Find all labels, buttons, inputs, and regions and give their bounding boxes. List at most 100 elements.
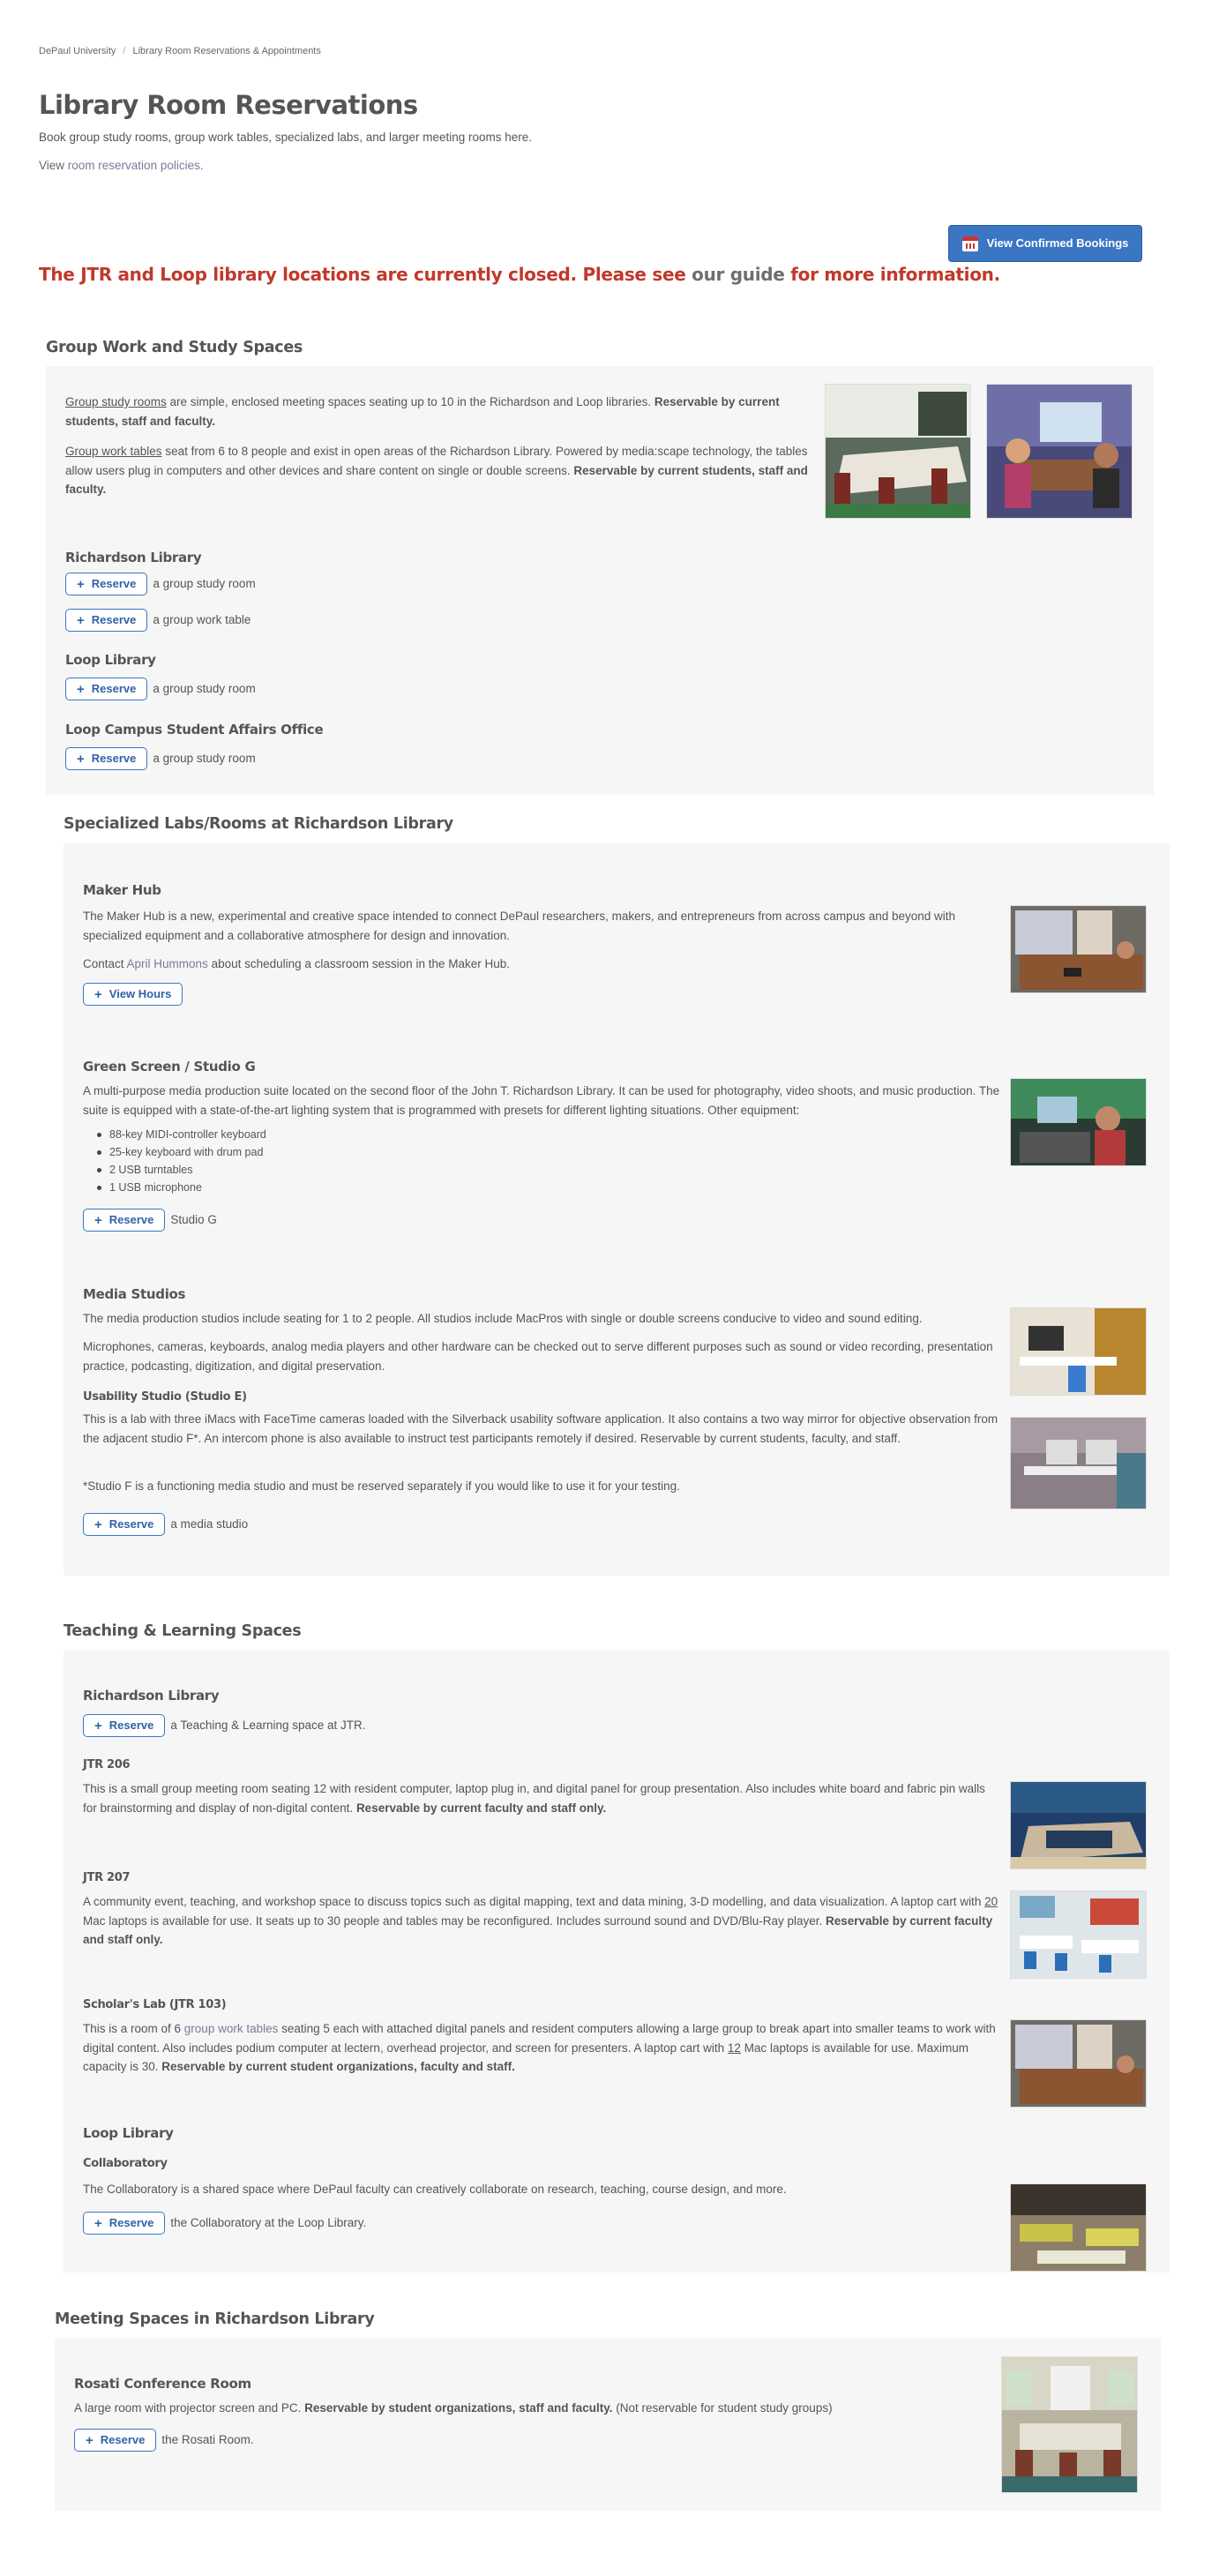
- jtr207-text-1: A community event, teaching, and worksho…: [83, 1895, 985, 1908]
- reserve-study-room-button[interactable]: + Reserve: [65, 573, 148, 595]
- media-studios-heading: Media Studios: [83, 1286, 186, 1302]
- scholar-laptop-count: 12: [727, 2041, 741, 2055]
- reserve-rosati-button[interactable]: + Reserve: [74, 2429, 157, 2452]
- view-confirmed-bookings-label: View Confirmed Bookings: [986, 236, 1129, 251]
- plus-icon: +: [77, 576, 85, 592]
- scholars-lab-desc: This is a room of 6 group work tables se…: [83, 2019, 1000, 2077]
- reserve-work-table-button[interactable]: + Reserve: [65, 609, 148, 632]
- section-title-group: Group Work and Study Spaces: [46, 339, 303, 356]
- teaching-richardson-heading: Richardson Library: [83, 1688, 220, 1704]
- maker-hub-heading: Maker Hub: [83, 882, 161, 898]
- plus-icon: +: [77, 751, 85, 767]
- breadcrumb-separator: /: [123, 46, 126, 56]
- jtr206-bold: Reservable by current faculty and staff …: [355, 1801, 607, 1815]
- media-studios-desc-2: Microphones, cameras, keyboards, analog …: [83, 1340, 993, 1373]
- collaboratory-heading: Collaboratory: [83, 2157, 168, 2170]
- reserve-media-studio-button[interactable]: + Reserve: [83, 1513, 166, 1536]
- reserve-desc: a Teaching & Learning space at JTR.: [170, 1718, 366, 1732]
- section-title-teaching: Teaching & Learning Spaces: [64, 1622, 302, 1640]
- reserve-loop-campus-button[interactable]: + Reserve: [65, 747, 148, 770]
- reserve-label: Reserve: [91, 682, 137, 696]
- plus-icon: +: [77, 681, 85, 697]
- rosati-bold: Reservable by student organizations, sta…: [304, 2401, 613, 2415]
- plus-icon: +: [94, 1718, 102, 1734]
- reserve-label: Reserve: [91, 752, 137, 766]
- jtr206-heading: JTR 206: [83, 1758, 131, 1771]
- rosati-desc: A large room with projector screen and P…: [74, 2399, 991, 2418]
- jtr207-text-2: Mac laptops is available for use. It sea…: [83, 1913, 826, 1928]
- maker-hub-photo: [1010, 905, 1147, 993]
- section-title-specialized: Specialized Labs/Rooms at Richardson Lib…: [64, 815, 453, 833]
- group-work-tables-link[interactable]: group work tables: [184, 2022, 279, 2035]
- scholars-lab-heading: Scholar's Lab (JTR 103): [83, 1998, 227, 2011]
- alert-text-2: for more information.: [784, 264, 1000, 285]
- collaboratory-desc: The Collaboratory is a shared space wher…: [83, 2183, 787, 2196]
- group-panel: Group study rooms are simple, enclosed m…: [46, 366, 1154, 795]
- reserve-desc: a group study room: [153, 751, 256, 765]
- jtr207-desc: A community event, teaching, and worksho…: [83, 1892, 1000, 1950]
- view-confirmed-bookings-button[interactable]: View Confirmed Bookings: [948, 225, 1142, 262]
- reserve-label: Reserve: [108, 1517, 154, 1531]
- collaboratory-photo: [1010, 2183, 1147, 2272]
- green-screen-desc: A multi-purpose media production suite l…: [83, 1084, 1000, 1117]
- policy-link[interactable]: room reservation policies: [68, 159, 200, 172]
- view-hours-row: + View Hours: [83, 983, 183, 1006]
- reserve-row-rosati: + Reserve the Rosati Room.: [74, 2429, 254, 2452]
- studio-f-note: *Studio F is a functioning media studio …: [83, 1479, 680, 1493]
- equipment-list: 88-key MIDI-controller keyboard 25-key k…: [90, 1126, 266, 1196]
- reserve-row-study-room: + Reserve a group study room: [65, 573, 256, 595]
- group-study-rooms-link[interactable]: Group study rooms: [65, 395, 167, 408]
- reserve-row-work-table: + Reserve a group work table: [65, 609, 251, 632]
- jtr207-heading: JTR 207: [83, 1871, 131, 1884]
- group-study-room-photo: [825, 384, 971, 519]
- reserve-loop-study-room-button[interactable]: + Reserve: [65, 678, 148, 700]
- plus-icon: +: [77, 612, 85, 628]
- scholars-lab-photo: [1010, 2019, 1147, 2108]
- contact-suffix: about scheduling a classroom session in …: [207, 957, 510, 970]
- april-hummons-link[interactable]: April Hummons: [127, 957, 208, 970]
- jtr206-desc: This is a small group meeting room seati…: [83, 1779, 1000, 1817]
- specialized-panel: Maker Hub The Maker Hub is a new, experi…: [64, 843, 1170, 1576]
- breadcrumb-current[interactable]: Library Room Reservations & Appointments: [132, 46, 320, 56]
- reserve-collaboratory-button[interactable]: + Reserve: [83, 2212, 166, 2235]
- policy-suffix: .: [199, 159, 204, 172]
- reserve-label: Reserve: [108, 1719, 154, 1733]
- section-title-meeting: Meeting Spaces in Richardson Library: [55, 2310, 375, 2328]
- reserve-row-collaboratory: + Reserve the Collaboratory at the Loop L…: [83, 2212, 366, 2235]
- reserve-studio-g-button[interactable]: + Reserve: [83, 1209, 166, 1232]
- loop-library-heading: Loop Library: [65, 652, 156, 668]
- scholar-bold: Reservable by current student organizati…: [161, 2060, 515, 2074]
- green-screen-photo: [1010, 1078, 1147, 1166]
- reserve-label: Reserve: [91, 577, 137, 591]
- equipment-item: 1 USB microphone: [90, 1179, 266, 1196]
- equipment-item: 25-key keyboard with drum pad: [90, 1143, 266, 1161]
- reserve-label: Reserve: [100, 2433, 146, 2447]
- group-work-desc: Group work tables seat from 6 to 8 peopl…: [65, 442, 811, 499]
- reserve-row-loop-study: + Reserve a group study room: [65, 678, 256, 700]
- group-study-desc: Group study rooms are simple, enclosed m…: [65, 393, 811, 431]
- group-work-tables-link[interactable]: Group work tables: [65, 445, 162, 458]
- plus-icon: +: [94, 1212, 102, 1228]
- alert-guide-link[interactable]: our guide: [692, 264, 785, 285]
- reserve-desc: a group study room: [153, 681, 256, 695]
- breadcrumb-home-link[interactable]: DePaul University: [39, 46, 116, 56]
- usability-studio-heading: Usability Studio (Studio E): [83, 1390, 247, 1404]
- jtr206-photo: [1010, 1781, 1147, 1869]
- page-subtitle: Book group study rooms, group work table…: [39, 131, 533, 144]
- usability-studio-photo: [1010, 1417, 1147, 1509]
- rosati-photo: [1001, 2356, 1138, 2493]
- reserve-tl-space-button[interactable]: + Reserve: [83, 1714, 166, 1737]
- reserve-desc: Studio G: [170, 1212, 217, 1226]
- closure-alert: The JTR and Loop library locations are c…: [39, 261, 1000, 288]
- view-hours-button[interactable]: + View Hours: [83, 983, 183, 1006]
- reserve-desc: the Rosati Room.: [161, 2432, 254, 2446]
- rosati-heading: Rosati Conference Room: [74, 2376, 251, 2392]
- equipment-item: 88-key MIDI-controller keyboard: [90, 1126, 266, 1143]
- rosati-note: (Not reservable for student study groups…: [612, 2401, 833, 2415]
- media-studio-photo: [1010, 1307, 1147, 1396]
- reserve-row-loop-campus: + Reserve a group study room: [65, 747, 256, 770]
- policy-line: View room reservation policies.: [39, 157, 204, 175]
- loop-campus-heading: Loop Campus Student Affairs Office: [65, 722, 324, 738]
- jtr207-laptop-count: 20: [984, 1895, 998, 1908]
- teaching-panel: Richardson Library + Reserve a Teaching &…: [64, 1651, 1170, 2273]
